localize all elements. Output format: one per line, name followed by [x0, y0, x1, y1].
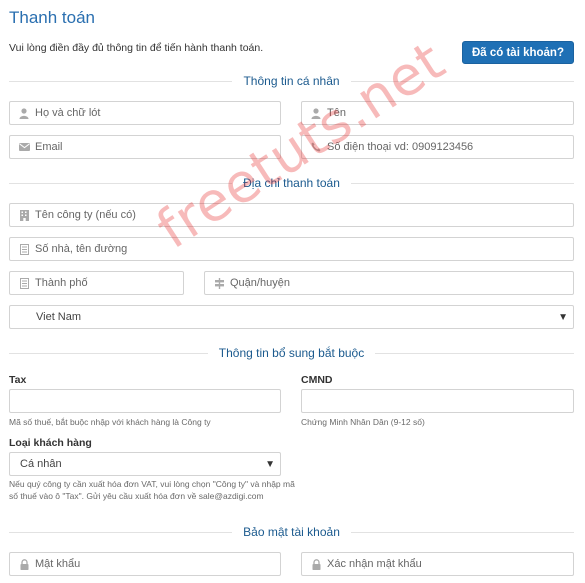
- customer-type-help-2: số thuế vào ô "Tax". Gửi yêu cầu xuất hó…: [9, 491, 264, 501]
- section-title: Thông tin cá nhân: [243, 74, 340, 88]
- city-field[interactable]: Thành phố: [9, 271, 184, 295]
- section-billing: Địa chỉ thanh toán: [9, 176, 575, 190]
- building-icon: [13, 277, 35, 289]
- user-icon: [305, 107, 327, 119]
- address-placeholder: Số nhà, tên đường: [35, 243, 128, 255]
- password-field[interactable]: Mật khẩu: [9, 552, 281, 576]
- page-title: Thanh toán: [9, 8, 96, 27]
- cmnd-input[interactable]: [301, 389, 574, 413]
- company-field[interactable]: Tên công ty (nếu có): [9, 203, 574, 227]
- signpost-icon: [208, 277, 230, 289]
- city-placeholder: Thành phố: [35, 277, 88, 289]
- user-icon: [13, 107, 35, 119]
- customer-type-help-1: Nếu quý công ty cần xuất hóa đơn VAT, vu…: [9, 479, 295, 489]
- cmnd-help: Chứng Minh Nhân Dân (9-12 số): [301, 417, 425, 427]
- fullname-placeholder: Họ và chữ lót: [35, 107, 101, 119]
- district-field[interactable]: Quận/huyện: [204, 271, 574, 295]
- customer-type-select[interactable]: Cá nhân ▼: [9, 452, 281, 476]
- country-value: Viet Nam: [36, 311, 82, 323]
- intro-text: Vui lòng điền đầy đủ thông tin để tiến h…: [9, 42, 264, 54]
- lock-icon: [13, 558, 35, 570]
- company-placeholder: Tên công ty (nếu có): [35, 209, 136, 221]
- existing-account-button[interactable]: Đã có tài khoản?: [461, 41, 574, 64]
- building-icon: [13, 209, 35, 221]
- section-personal: Thông tin cá nhân: [9, 74, 575, 88]
- cmnd-label: CMND: [301, 374, 333, 386]
- password-placeholder: Mật khẩu: [35, 558, 81, 570]
- tax-input[interactable]: [9, 389, 281, 413]
- firstname-field[interactable]: Tên: [301, 101, 574, 125]
- lock-icon: [305, 558, 327, 570]
- section-title: Thông tin bổ sung bắt buộc: [218, 346, 365, 360]
- firstname-placeholder: Tên: [327, 107, 346, 119]
- customer-type-value: Cá nhân: [20, 458, 62, 470]
- country-select[interactable]: Viet Nam ▼: [9, 305, 574, 329]
- district-placeholder: Quận/huyện: [230, 277, 290, 289]
- email-field[interactable]: Email: [9, 135, 281, 159]
- tax-help: Mã số thuế, bắt buộc nhập với khách hàng…: [9, 417, 211, 427]
- confirm-password-placeholder: Xác nhận mật khẩu: [327, 558, 422, 570]
- section-security: Bảo mật tài khoản: [9, 525, 575, 539]
- email-placeholder: Email: [35, 141, 63, 153]
- phone-placeholder: Số điện thoại vd: 0909123456: [327, 141, 474, 153]
- phone-field[interactable]: Số điện thoại vd: 0909123456: [301, 135, 574, 159]
- chevron-down-icon: ▼: [265, 458, 275, 470]
- confirm-password-field[interactable]: Xác nhận mật khẩu: [301, 552, 574, 576]
- address-field[interactable]: Số nhà, tên đường: [9, 237, 574, 261]
- section-title: Bảo mật tài khoản: [243, 525, 340, 539]
- tax-label: Tax: [9, 374, 27, 386]
- fullname-field[interactable]: Họ và chữ lót: [9, 101, 281, 125]
- building-icon: [13, 243, 35, 255]
- section-extra: Thông tin bổ sung bắt buộc: [9, 346, 575, 360]
- section-title: Địa chỉ thanh toán: [243, 176, 340, 190]
- customer-type-label: Loại khách hàng: [9, 437, 92, 449]
- phone-icon: [305, 142, 327, 152]
- envelope-icon: [13, 143, 35, 151]
- chevron-down-icon: ▼: [558, 311, 568, 323]
